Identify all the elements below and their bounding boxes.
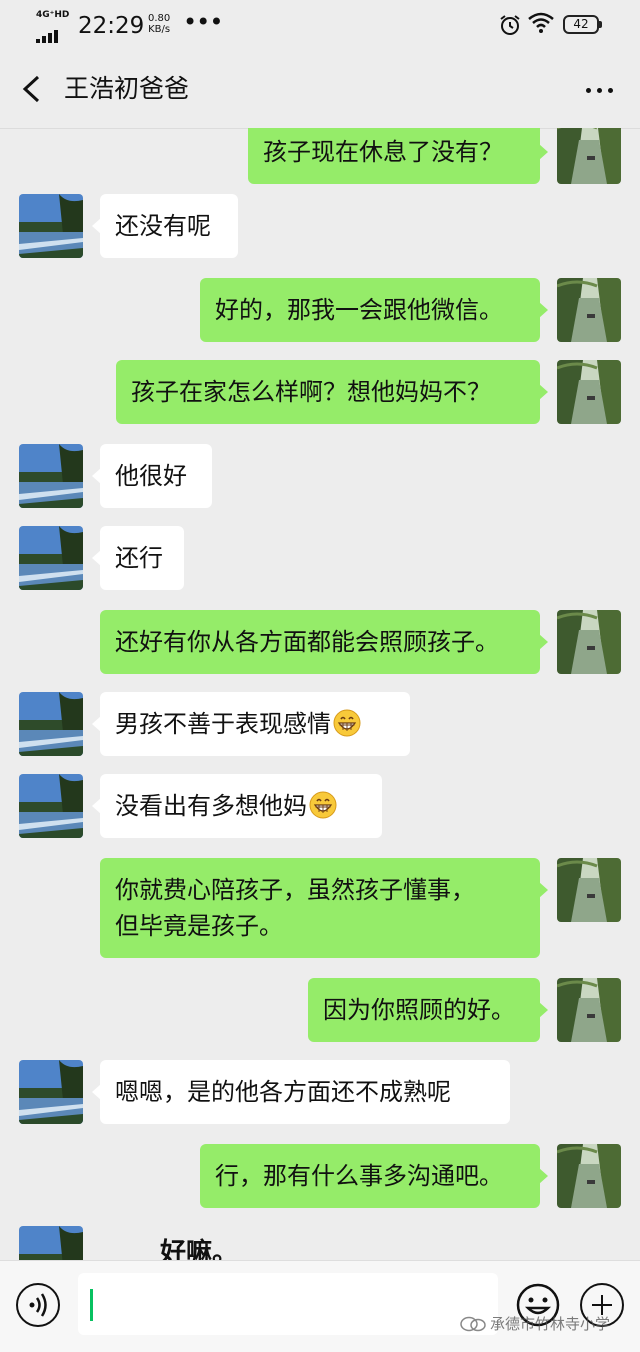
contact-avatar[interactable]	[19, 444, 83, 508]
message-row: 你就费心陪孩子，虽然孩子懂事， 但毕竟是孩子。	[0, 858, 640, 958]
received-message-bubble[interactable]: 还行	[92, 526, 184, 590]
message-row: 孩子在家怎么样啊？想他妈妈不？	[0, 360, 640, 424]
my-avatar[interactable]	[557, 278, 621, 342]
contact-avatar[interactable]	[19, 194, 83, 258]
sent-message-bubble[interactable]: 好的，那我一会跟他微信。	[200, 278, 548, 342]
received-message-bubble[interactable]: 他很好	[92, 444, 212, 508]
back-arrow-icon[interactable]	[18, 74, 46, 104]
contact-avatar[interactable]	[19, 774, 83, 838]
voice-input-button[interactable]	[16, 1283, 60, 1327]
message-text: 好的，那我一会跟他微信。	[215, 296, 503, 324]
message-text-line: 但毕竟是孩子。	[115, 912, 283, 940]
grinning-face-emoji	[309, 791, 337, 819]
message-text: 孩子在家怎么样啊？想他妈妈不？	[131, 378, 491, 406]
my-avatar[interactable]	[557, 1144, 621, 1208]
message-row: 好的，那我一会跟他微信。	[0, 278, 640, 342]
text-caret	[90, 1289, 93, 1321]
message-text-line: 你就费心陪孩子，虽然孩子懂事，	[115, 876, 475, 904]
received-message-bubble[interactable]: 还没有呢	[92, 194, 238, 258]
message-text: 还好有你从各方面都能会照顾孩子。	[115, 628, 499, 656]
sent-message-bubble[interactable]: 行，那有什么事多沟通吧。	[200, 1144, 548, 1208]
more-notifications-icon: •••	[183, 8, 223, 36]
message-row: 嗯嗯，是的他各方面还不成熟呢	[0, 1060, 640, 1124]
received-message-bubble[interactable]: 男孩不善于表现感情	[92, 692, 410, 756]
message-row: 因为你照顾的好。	[0, 978, 640, 1042]
contact-avatar[interactable]	[19, 1060, 83, 1124]
message-row: 他很好	[0, 444, 640, 508]
signal-icon: 4G⁺HD	[34, 10, 70, 43]
message-text: 嗯嗯，是的他各方面还不成熟呢	[115, 1078, 451, 1106]
my-avatar[interactable]	[557, 978, 621, 1042]
message-list[interactable]: 孩子现在休息了没有？ 还没有呢好的，那我一会跟他微信。孩子在家怎么样啊？想他妈妈不…	[0, 128, 640, 1260]
message-row: 孩子现在休息了没有？	[0, 128, 640, 184]
status-bar: 4G⁺HD 22:29 0.80 KB/s ••• 42	[0, 0, 640, 50]
sent-message-bubble[interactable]: 还好有你从各方面都能会照顾孩子。	[100, 610, 548, 674]
contact-avatar[interactable]	[19, 1226, 83, 1260]
watermark-text: 承德市竹林寺小学	[490, 1315, 611, 1333]
speed-value: 0.80	[148, 13, 171, 24]
my-avatar[interactable]	[557, 858, 621, 922]
sent-message-bubble[interactable]: 你就费心陪孩子，虽然孩子懂事， 但毕竟是孩子。	[100, 858, 548, 958]
received-message-bubble[interactable]: 没看出有多想他妈	[92, 774, 382, 838]
message-text: 男孩不善于表现感情	[115, 710, 331, 738]
message-row: 好嘛。	[0, 1226, 640, 1260]
wifi-icon	[528, 12, 554, 33]
grinning-face-emoji	[333, 709, 361, 737]
chat-header: 王浩初爸爸	[0, 50, 640, 129]
message-text: 行，那有什么事多沟通吧。	[215, 1162, 503, 1190]
message-row: 还好有你从各方面都能会照顾孩子。	[0, 610, 640, 674]
clock: 22:29	[78, 13, 145, 39]
my-avatar[interactable]	[557, 360, 621, 424]
message-text: 还行	[115, 544, 163, 572]
message-text: 好嘛。	[160, 1238, 239, 1260]
network-type: 4G⁺HD	[36, 10, 70, 20]
message-row: 没看出有多想他妈	[0, 774, 640, 838]
network-speed: 0.80 KB/s	[148, 13, 170, 35]
message-text: 他很好	[115, 462, 187, 490]
voice-icon	[29, 1293, 47, 1317]
contact-avatar[interactable]	[19, 692, 83, 756]
message-text: 孩子现在休息了没有？	[263, 138, 503, 166]
sent-message-bubble[interactable]: 孩子现在休息了没有？	[248, 128, 548, 184]
watermark: 承德市竹林寺小学	[460, 1313, 610, 1334]
received-message-bubble[interactable]: 嗯嗯，是的他各方面还不成熟呢	[92, 1060, 510, 1124]
message-text: 因为你照顾的好。	[323, 996, 515, 1024]
speed-unit: KB/s	[148, 24, 171, 35]
message-row: 还行	[0, 526, 640, 590]
sent-message-bubble[interactable]: 因为你照顾的好。	[308, 978, 548, 1042]
message-row: 还没有呢	[0, 194, 640, 258]
message-row: 行，那有什么事多沟通吧。	[0, 1144, 640, 1208]
my-avatar[interactable]	[557, 610, 621, 674]
battery-icon: 42	[563, 15, 602, 34]
alarm-icon	[500, 15, 520, 35]
message-text: 没看出有多想他妈	[115, 792, 307, 820]
contact-avatar[interactable]	[19, 526, 83, 590]
message-text: 还没有呢	[115, 212, 211, 240]
message-input[interactable]	[78, 1273, 498, 1335]
message-row: 男孩不善于表现感情	[0, 692, 640, 756]
more-options-icon[interactable]	[580, 74, 620, 104]
input-bar: 承德市竹林寺小学	[0, 1260, 640, 1352]
wechat-logo-icon	[460, 1316, 486, 1332]
my-avatar[interactable]	[557, 128, 621, 184]
chat-title: 王浩初爸爸	[64, 74, 190, 103]
sent-message-bubble[interactable]: 孩子在家怎么样啊？想他妈妈不？	[116, 360, 548, 424]
